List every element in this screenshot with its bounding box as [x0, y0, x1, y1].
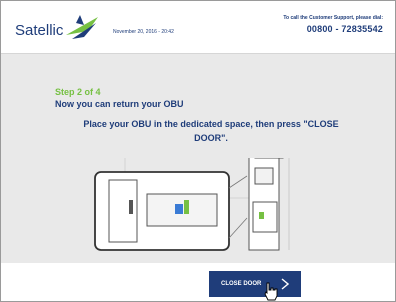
hand-pointer-icon: [264, 282, 278, 301]
detail-obu-green: [184, 200, 189, 214]
instruction-text: Place your OBU in the dedicated space, t…: [83, 119, 339, 143]
kiosk-obu-slot: [259, 212, 264, 219]
close-door-label: CLOSE DOOR: [221, 281, 262, 287]
main-content: Step 2 of 4 Now you can return your OBU …: [1, 54, 395, 263]
kiosk-screen: Satellic November 20, 2016 - 20:42 To ca…: [0, 0, 396, 302]
zoom-connector: [228, 217, 248, 239]
detail-obu-blue: [175, 204, 183, 214]
detail-handle: [129, 200, 133, 214]
satellic-logo-icon: [66, 15, 98, 39]
satellic-logo: Satellic: [15, 13, 105, 43]
logo-text: Satellic: [15, 22, 64, 39]
zoom-connector: [228, 175, 248, 189]
step-indicator: Step 2 of 4: [55, 87, 101, 97]
chevron-right-icon: [281, 278, 289, 290]
support-label: To call the Customer Support, please dia…: [283, 15, 383, 21]
footer: [1, 263, 395, 301]
support-phone-number: 00800 - 72835542: [306, 24, 383, 34]
page-subtitle: Now you can return your OBU: [55, 99, 184, 109]
customer-support: To call the Customer Support, please dia…: [283, 15, 383, 34]
kiosk-screen-display: [254, 167, 274, 185]
current-datetime: November 20, 2016 - 20:42: [113, 29, 174, 35]
header: Satellic November 20, 2016 - 20:42 To ca…: [1, 1, 395, 54]
close-door-button[interactable]: CLOSE DOOR: [209, 271, 301, 297]
obu-return-illustration: [94, 158, 290, 251]
kiosk-door: [252, 201, 278, 233]
